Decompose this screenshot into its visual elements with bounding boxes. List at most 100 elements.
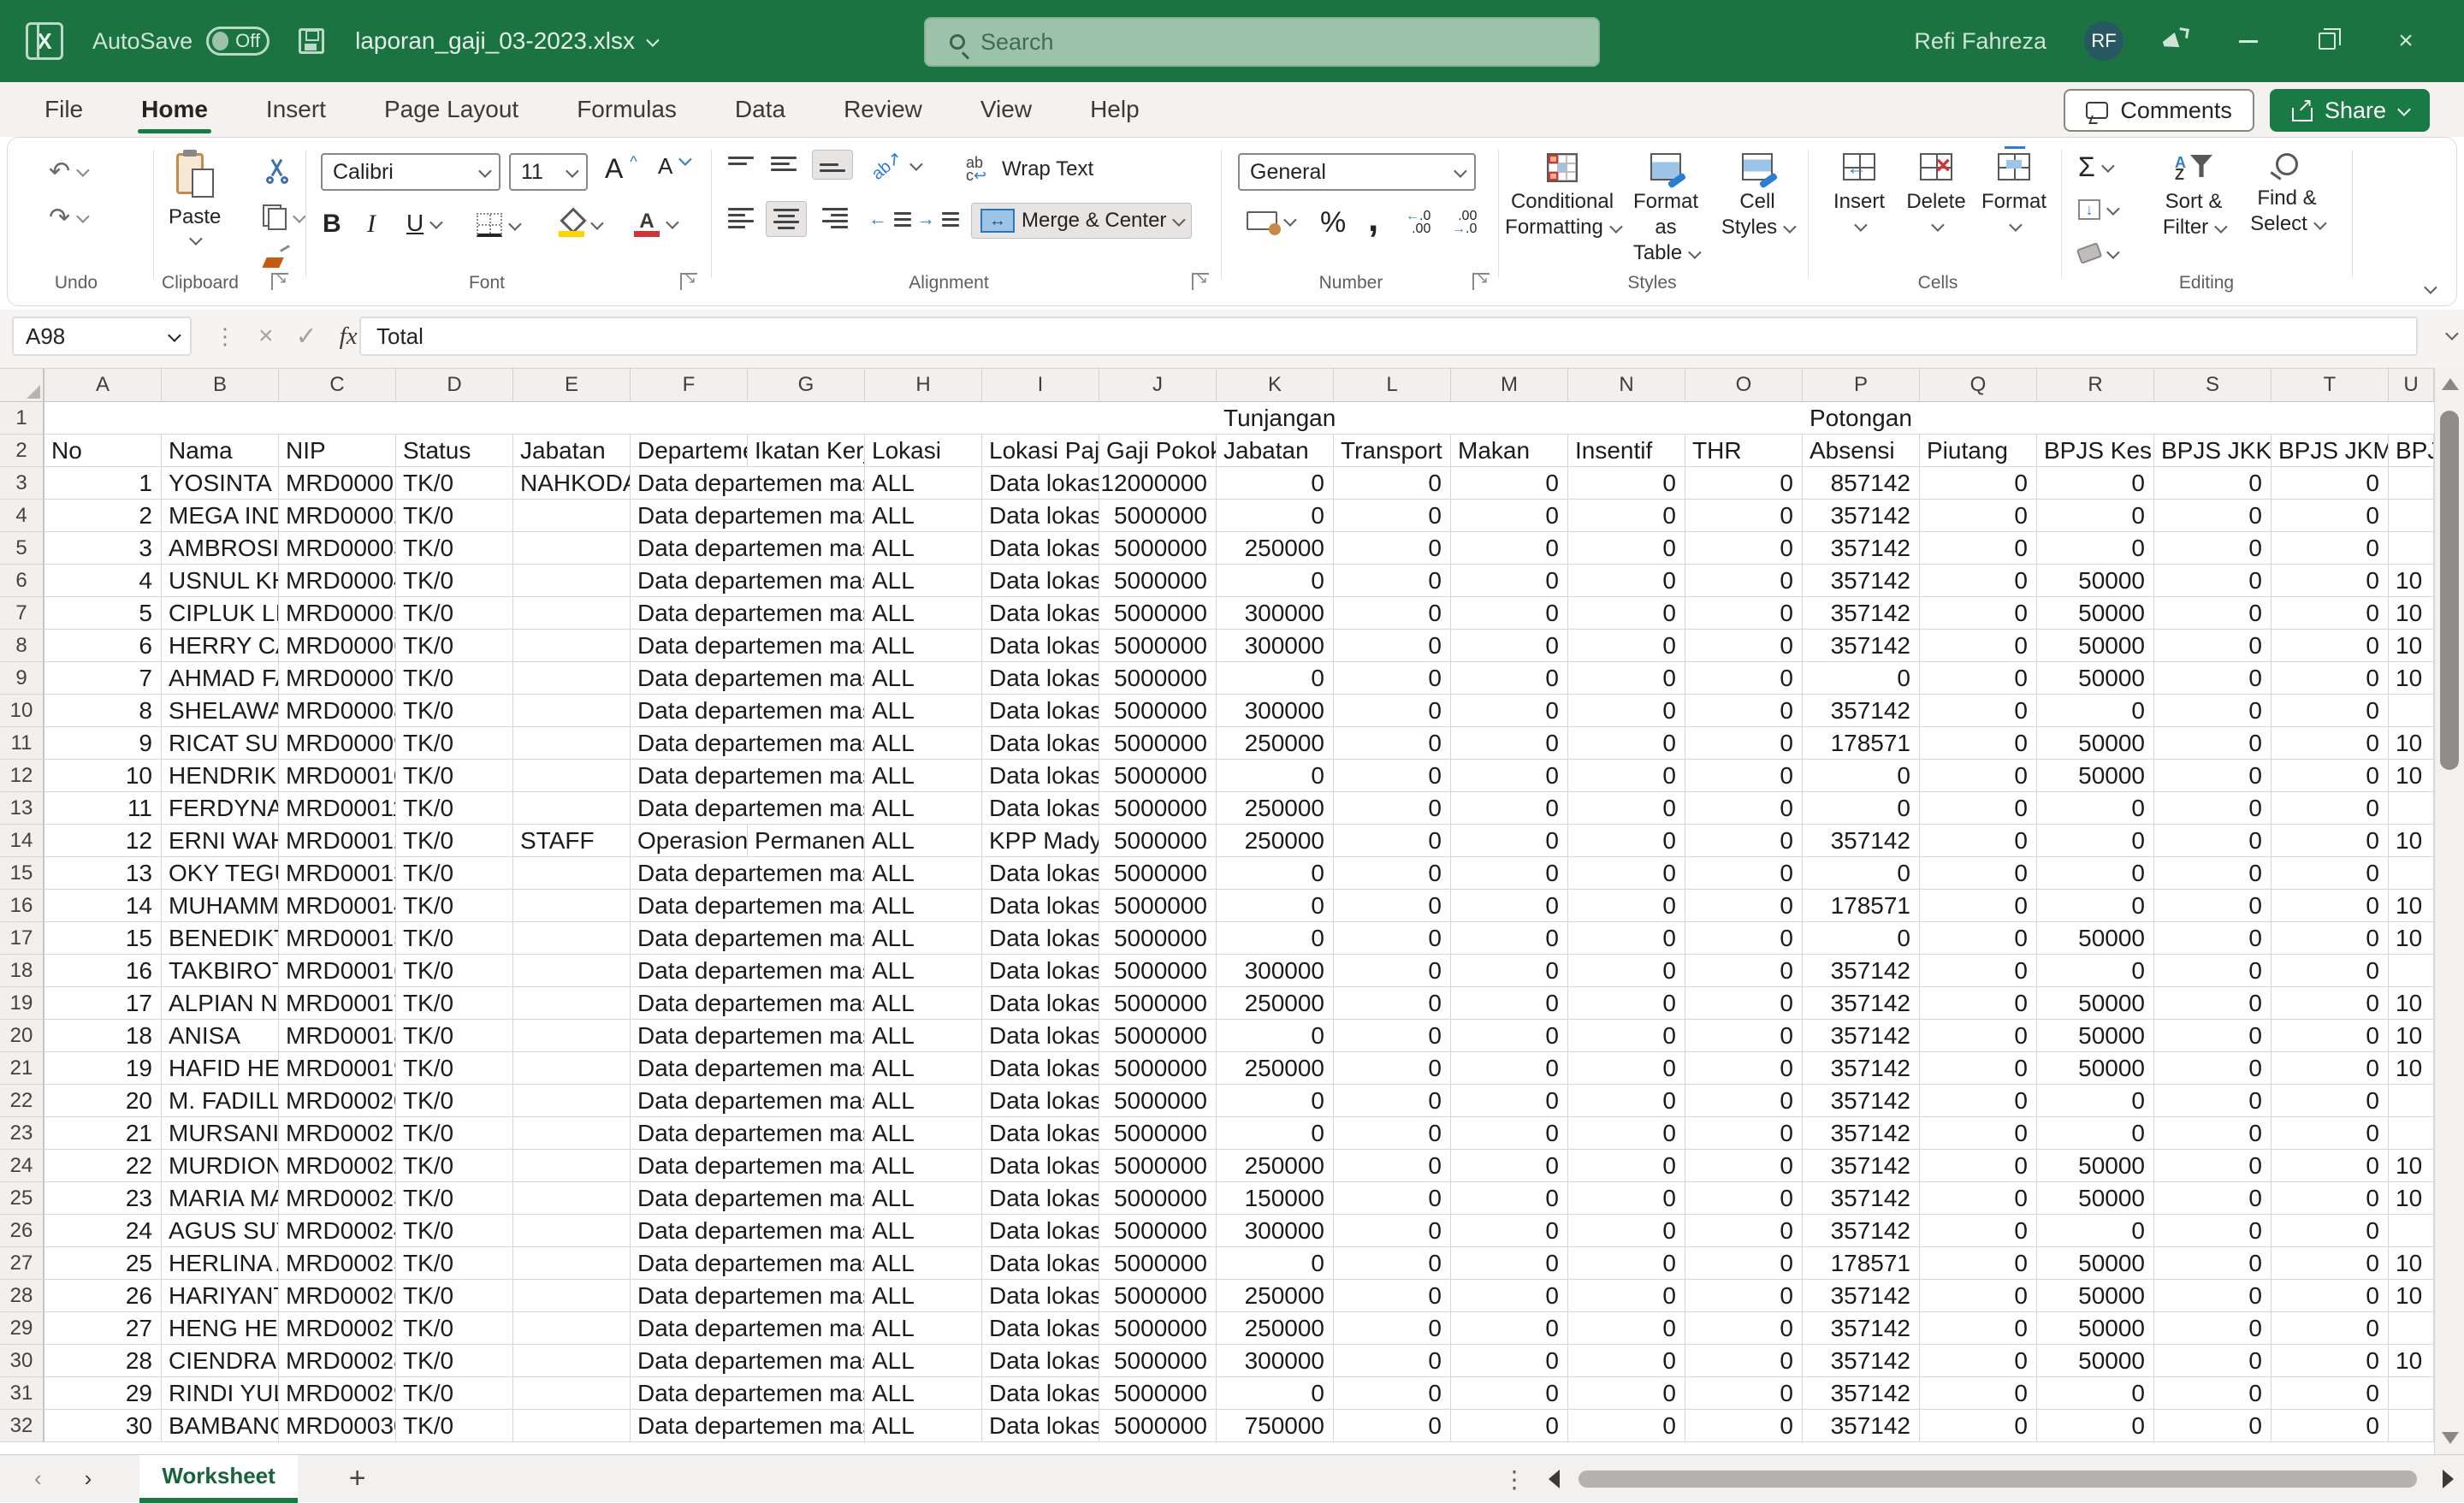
cell-status[interactable]: TK/0 (396, 1182, 513, 1215)
cell-header-bpjs_kes[interactable]: BPJS Kes. (2037, 435, 2154, 467)
column-header-U[interactable]: U (2389, 369, 2434, 403)
cell-bpjs_jkm[interactable]: 0 (2272, 467, 2389, 500)
cell-no[interactable]: 9 (44, 727, 162, 760)
cell-bpjs_kes[interactable]: 0 (2037, 825, 2154, 857)
cell-nip[interactable]: MRD00015 (279, 922, 396, 955)
cell-bpjs_jkk[interactable]: 0 (2154, 922, 2272, 955)
cell-departemen[interactable]: Data departemen masi (631, 1247, 865, 1280)
save-icon[interactable] (299, 28, 324, 54)
cell-nama[interactable]: ANISA (162, 1020, 279, 1052)
cell-insentif[interactable]: 0 (1568, 1377, 1685, 1410)
cell-absensi[interactable]: 357142 (1803, 1182, 1920, 1215)
cell-bpjs_j[interactable] (2389, 955, 2434, 987)
cell-insentif[interactable]: 0 (1568, 727, 1685, 760)
minimize-button[interactable] (2228, 21, 2269, 62)
cell-header-ikatan_kerja[interactable]: Ikatan Kerja (748, 435, 865, 467)
cell-lokasi_pajak[interactable]: Data lokasi (982, 1312, 1099, 1345)
cell-departemen[interactable]: Data departemen masi (631, 500, 865, 532)
cell-thr[interactable]: 0 (1685, 1150, 1803, 1182)
cell-bpjs_j[interactable] (2389, 695, 2434, 727)
cell-piutang[interactable]: 0 (1920, 727, 2037, 760)
cell-nip[interactable]: MRD00012 (279, 825, 396, 857)
cell-header-thr[interactable]: THR (1685, 435, 1803, 467)
cell-piutang[interactable]: 0 (1920, 1085, 2037, 1117)
cell-insentif[interactable]: 0 (1568, 955, 1685, 987)
row-header-21[interactable]: 21 (0, 1052, 44, 1085)
cell-departemen[interactable]: Data departemen masi (631, 727, 865, 760)
cell-departemen[interactable]: Data departemen masi (631, 1150, 865, 1182)
cell-no[interactable]: 8 (44, 695, 162, 727)
percent-button[interactable]: % (1320, 206, 1346, 240)
row-header-30[interactable]: 30 (0, 1345, 44, 1377)
cell-transport[interactable]: 0 (1334, 1052, 1451, 1085)
cell-makan[interactable]: 0 (1451, 1312, 1568, 1345)
cell-insentif[interactable]: 0 (1568, 792, 1685, 825)
cell-makan[interactable]: 0 (1451, 1410, 1568, 1442)
cell-insentif[interactable]: 0 (1568, 1020, 1685, 1052)
cell-tunj_jabatan[interactable]: 250000 (1217, 1312, 1334, 1345)
cell-insentif[interactable]: 0 (1568, 630, 1685, 662)
sheet-tab-worksheet[interactable]: Worksheet (139, 1455, 297, 1503)
cell-lokasi[interactable]: ALL (865, 857, 982, 890)
decrease-decimal-button[interactable]: .00→.0 (1452, 210, 1477, 235)
cell-bpjs_kes[interactable]: 50000 (2037, 597, 2154, 630)
cell-nama[interactable]: AGUS SUTI (162, 1215, 279, 1247)
cell-piutang[interactable]: 0 (1920, 695, 2037, 727)
cell-piutang[interactable]: 0 (1920, 825, 2037, 857)
cell-lokasi_pajak[interactable]: Data lokasi (982, 1150, 1099, 1182)
cell-departemen[interactable]: Data departemen masi (631, 467, 865, 500)
cell-nip[interactable]: MRD00008 (279, 695, 396, 727)
cell-bpjs_jkk[interactable]: 0 (2154, 1182, 2272, 1215)
cell-bpjs_j[interactable] (2389, 1377, 2434, 1410)
accounting-format-button[interactable] (1247, 211, 1294, 230)
cell-tunj_jabatan[interactable]: 250000 (1217, 792, 1334, 825)
cell-makan[interactable]: 0 (1451, 1247, 1568, 1280)
cell-thr[interactable]: 0 (1685, 760, 1803, 792)
cell-lokasi_pajak[interactable]: Data lokasi (982, 630, 1099, 662)
cell-gaji_pokok[interactable]: 5000000 (1099, 1182, 1217, 1215)
cell-makan[interactable]: 0 (1451, 1345, 1568, 1377)
cell-lokasi[interactable]: ALL (865, 987, 982, 1020)
cell-piutang[interactable]: 0 (1920, 1215, 2037, 1247)
cell-makan[interactable]: 0 (1451, 1215, 1568, 1247)
cell-transport[interactable]: 0 (1334, 597, 1451, 630)
cell-nip[interactable]: MRD00011 (279, 792, 396, 825)
cell-transport[interactable]: 0 (1334, 1280, 1451, 1312)
cell-jabatan[interactable] (513, 727, 631, 760)
cell-bpjs_j[interactable]: 10 (2389, 1280, 2434, 1312)
column-header-F[interactable]: F (631, 369, 748, 403)
cell-bpjs_kes[interactable]: 50000 (2037, 662, 2154, 695)
cell-header-gaji_pokok[interactable]: Gaji Pokok (1099, 435, 1217, 467)
comma-style-button[interactable]: , (1368, 198, 1378, 240)
bottom-align-button[interactable] (812, 150, 853, 180)
select-all-button[interactable] (0, 369, 44, 403)
decrease-indent-button[interactable]: ← (868, 208, 911, 230)
cell-nama[interactable]: M. FADILLA (162, 1085, 279, 1117)
cell-status[interactable]: TK/0 (396, 955, 513, 987)
cell-jabatan[interactable] (513, 1117, 631, 1150)
cell-bpjs_j[interactable] (2389, 532, 2434, 565)
cell-bpjs_jkm[interactable]: 0 (2272, 1020, 2389, 1052)
cell-bpjs_jkk[interactable]: 0 (2154, 1377, 2272, 1410)
cell-bpjs_jkk[interactable]: 0 (2154, 597, 2272, 630)
cell-departemen[interactable]: Data departemen masi (631, 1215, 865, 1247)
cell-departemen[interactable]: Data departemen masi (631, 1020, 865, 1052)
cell-absensi[interactable]: 857142 (1803, 467, 1920, 500)
user-name[interactable]: Refi Fahreza (1914, 28, 2046, 55)
increase-font-button[interactable]: A^ (605, 153, 637, 185)
cell-jabatan[interactable] (513, 630, 631, 662)
cell-lokasi_pajak[interactable]: Data lokasi (982, 532, 1099, 565)
orientation-button[interactable]: ab↗ (870, 155, 920, 176)
cell-insentif[interactable]: 0 (1568, 565, 1685, 597)
cell-bpjs_jkk[interactable]: 0 (2154, 955, 2272, 987)
row-header-11[interactable]: 11 (0, 727, 44, 760)
cell-status[interactable]: TK/0 (396, 1215, 513, 1247)
cell-lokasi_pajak[interactable]: KPP Madya (982, 825, 1099, 857)
restore-button[interactable] (2307, 21, 2348, 62)
cell-bpjs_jkm[interactable]: 0 (2272, 760, 2389, 792)
cell-makan[interactable]: 0 (1451, 760, 1568, 792)
cell-piutang[interactable]: 0 (1920, 1117, 2037, 1150)
cell-nama[interactable]: CIPLUK LIST (162, 597, 279, 630)
cell-lokasi[interactable]: ALL (865, 1020, 982, 1052)
cell-header-lokasi[interactable]: Lokasi (865, 435, 982, 467)
